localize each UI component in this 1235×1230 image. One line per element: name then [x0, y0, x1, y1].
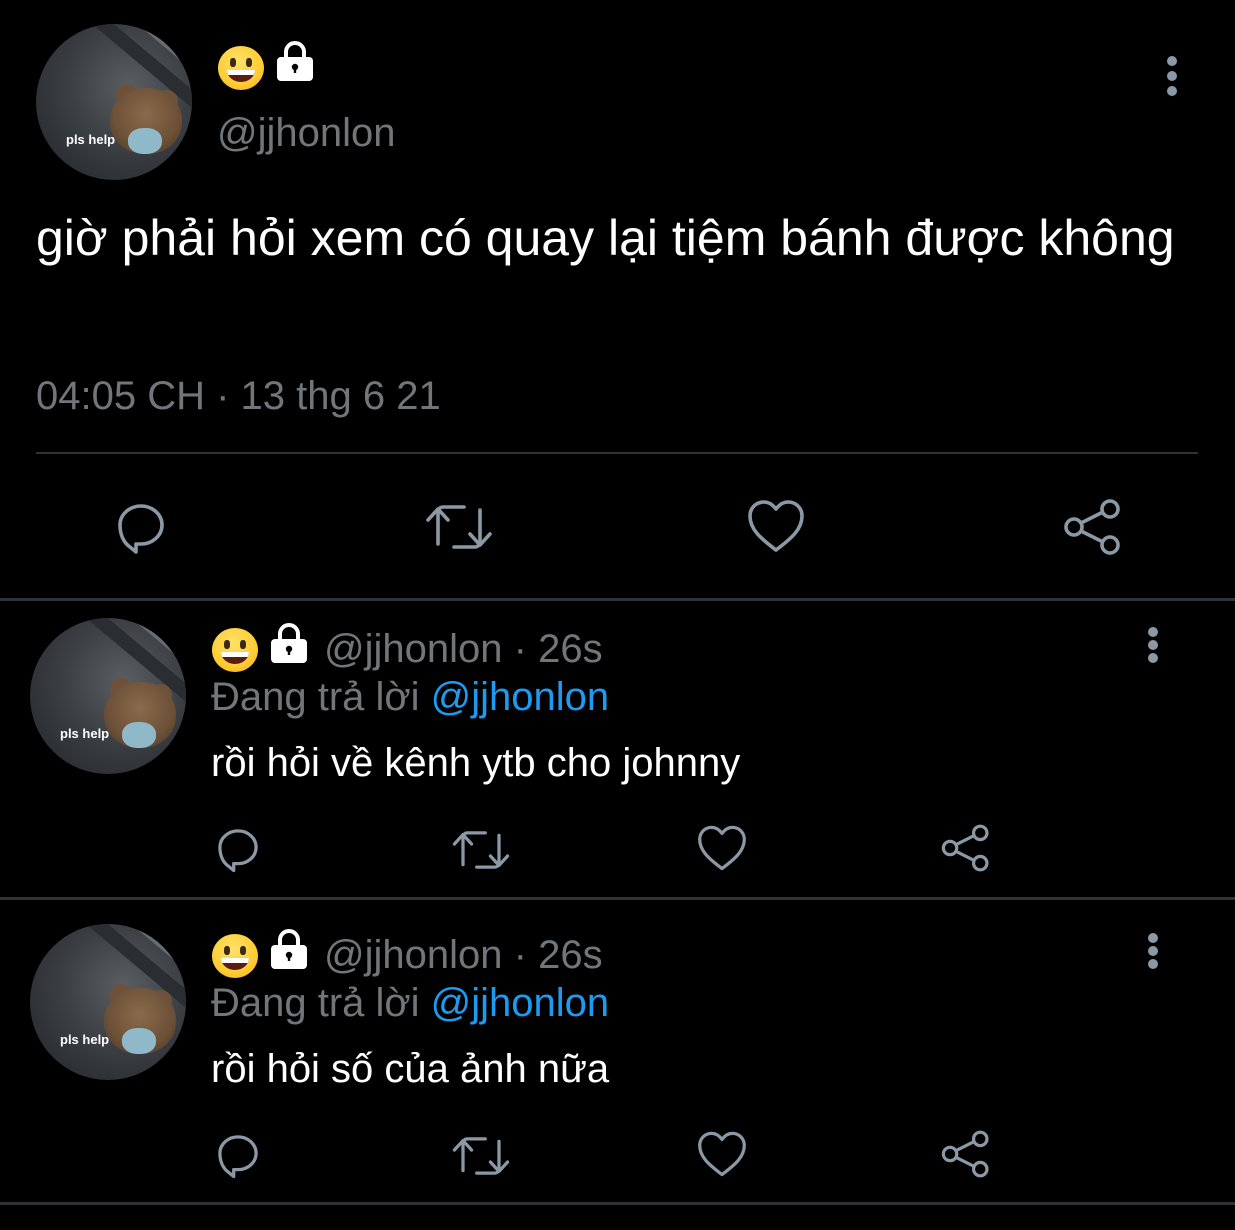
avatar[interactable]: pls help: [30, 924, 186, 1080]
avatar-caption: pls help: [60, 726, 110, 741]
username[interactable]: @jjhonlon: [217, 110, 396, 156]
retweet-icon[interactable]: [424, 496, 494, 558]
main-tweet: pls help @jjhonlon giờ phải hỏi xem có q…: [0, 0, 1235, 598]
retweet-icon[interactable]: [451, 823, 511, 877]
avatar-caption: pls help: [66, 132, 116, 147]
replying-to-link[interactable]: @jjhonlon: [431, 675, 610, 719]
lock-icon: [273, 40, 317, 82]
more-vertical-icon[interactable]: [1160, 56, 1184, 96]
reply-icon[interactable]: [213, 1130, 263, 1180]
replying-to: Đang trả lời @jjhonlon: [211, 979, 609, 1027]
reply-meta: @jjhonlon · 26s: [324, 625, 603, 673]
tweet-timestamp[interactable]: 04:05 CH · 13 thg 6 21: [36, 372, 441, 420]
meta-separator: ·: [513, 627, 527, 671]
reply-tweet: pls help @jjhonlon · 26s Đang trả lời @j…: [0, 601, 1235, 897]
grinning-face-emoji: [212, 628, 258, 672]
share-icon[interactable]: [1062, 496, 1124, 558]
reply-text: rồi hỏi số của ảnh nữa: [211, 1047, 610, 1091]
replying-to: Đang trả lời @jjhonlon: [211, 673, 609, 721]
reply-time[interactable]: 26s: [538, 627, 603, 671]
retweet-icon[interactable]: [451, 1129, 511, 1183]
avatar[interactable]: pls help: [36, 24, 192, 180]
reply-meta: @jjhonlon · 26s: [324, 931, 603, 979]
share-icon[interactable]: [940, 822, 992, 874]
username[interactable]: @jjhonlon: [324, 627, 503, 671]
avatar-caption: pls help: [60, 1032, 110, 1047]
like-icon[interactable]: [746, 498, 806, 554]
more-vertical-icon[interactable]: [1142, 933, 1166, 973]
replying-to-link[interactable]: @jjhonlon: [431, 981, 610, 1025]
share-icon[interactable]: [940, 1128, 992, 1180]
like-icon[interactable]: [696, 824, 748, 872]
reply-icon[interactable]: [213, 824, 263, 874]
lock-icon: [267, 622, 311, 664]
grinning-face-emoji: [212, 934, 258, 978]
divider: [0, 1202, 1235, 1205]
lock-icon: [267, 928, 311, 970]
reply-time[interactable]: 26s: [538, 933, 603, 977]
more-vertical-icon[interactable]: [1142, 627, 1166, 667]
reply-text: rồi hỏi về kênh ytb cho johnny: [211, 741, 741, 785]
grinning-face-emoji: [218, 46, 264, 90]
reply-icon[interactable]: [112, 498, 170, 556]
replying-label: Đang trả lời: [211, 675, 420, 719]
tweet-text: giờ phải hỏi xem có quay lại tiệm bánh đ…: [36, 210, 1175, 266]
like-icon[interactable]: [696, 1130, 748, 1178]
avatar[interactable]: pls help: [30, 618, 186, 774]
divider: [36, 452, 1198, 454]
meta-separator: ·: [513, 933, 527, 977]
replying-label: Đang trả lời: [211, 981, 420, 1025]
username[interactable]: @jjhonlon: [324, 933, 503, 977]
reply-tweet: pls help @jjhonlon · 26s Đang trả lời @j…: [0, 900, 1235, 1202]
